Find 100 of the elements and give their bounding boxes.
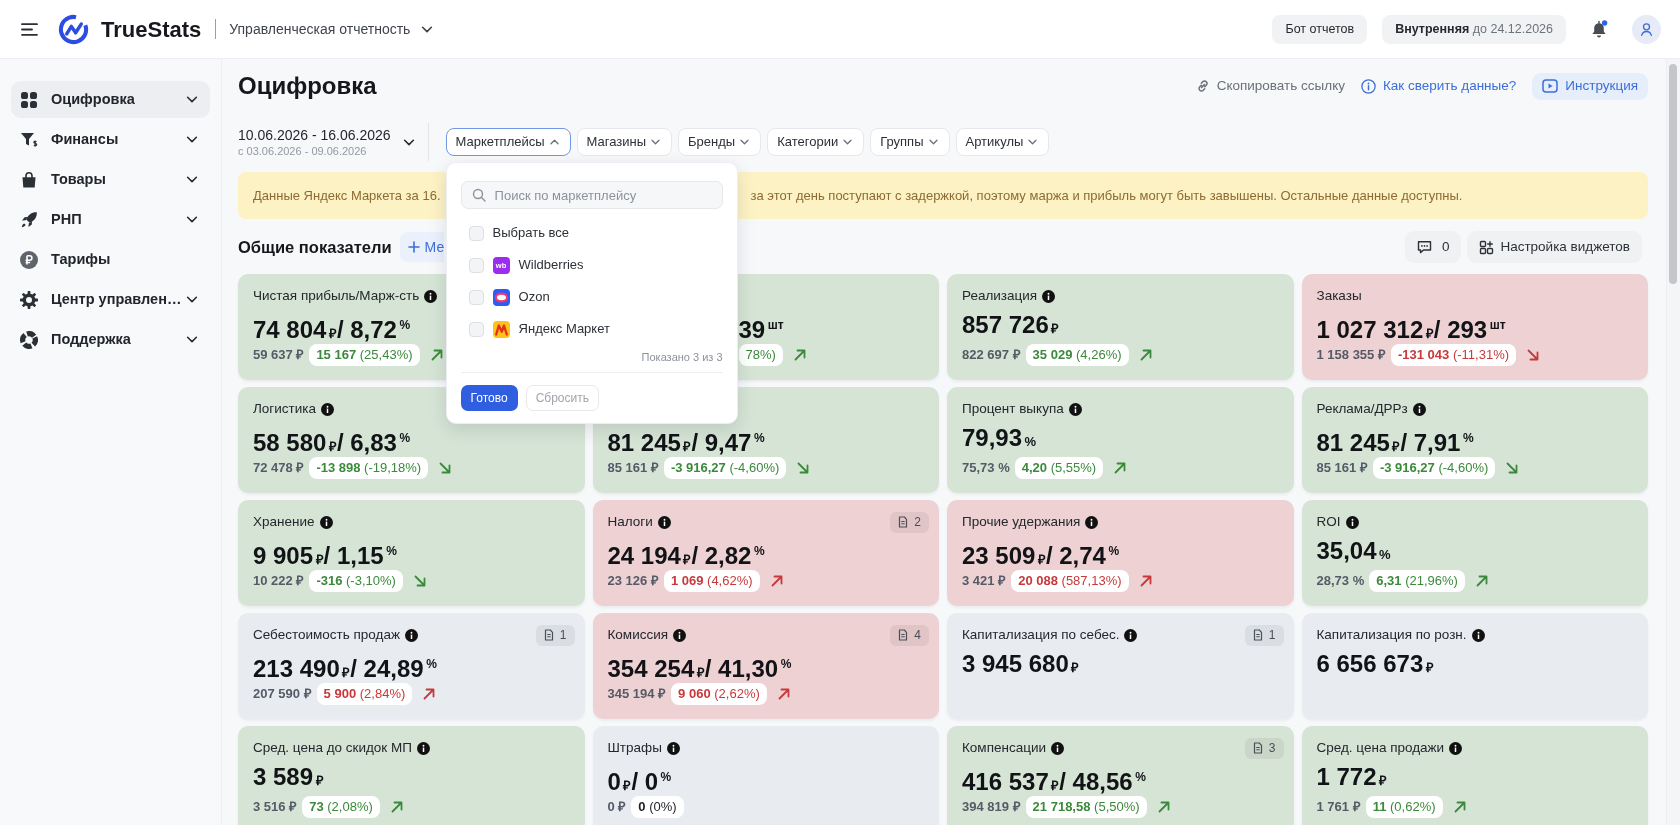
metric-title: Хранение: [253, 512, 315, 531]
sidebar-item[interactable]: Тарифы: [11, 241, 210, 278]
info-icon[interactable]: [1345, 515, 1359, 529]
metric-title: Капитализация по себес.: [962, 625, 1120, 644]
previous-value: 23 126 ₽: [607, 572, 659, 591]
filter-dropdown-button[interactable]: Маркетплейсы: [445, 128, 571, 156]
info-icon[interactable]: [666, 741, 680, 755]
change-pill: 20 088 (587,13%): [1011, 570, 1129, 592]
info-icon[interactable]: [321, 402, 335, 416]
checkbox[interactable]: [468, 321, 484, 337]
info-icon[interactable]: [424, 289, 438, 303]
metric-title: Комиссия: [607, 625, 669, 644]
copy-link[interactable]: Скопировать ссылку: [1195, 75, 1345, 97]
document-icon: [898, 629, 909, 641]
bell-icon[interactable]: [1590, 19, 1608, 39]
metric-title: Сред. цена продажи: [1316, 738, 1445, 757]
info-icon[interactable]: [1412, 402, 1426, 416]
attachments-button[interactable]: 4: [890, 624, 929, 646]
add-metric-button[interactable]: Ме: [399, 232, 445, 262]
chevron-icon: [421, 25, 434, 33]
previous-value: 0 ₽: [607, 798, 627, 817]
info-icon[interactable]: [319, 515, 333, 529]
attachments-button[interactable]: 3: [1244, 737, 1284, 759]
done-button[interactable]: Готово: [460, 385, 518, 411]
info-icon[interactable]: [1068, 402, 1082, 416]
previous-value: 394 819 ₽: [962, 798, 1021, 817]
section-title: Общие показатели: [238, 236, 392, 258]
metric-value: 24 194₽/ 2,82$^{%}$: [607, 541, 765, 566]
filter-dropdown-button[interactable]: Группы: [870, 128, 950, 156]
info-icon[interactable]: [1124, 628, 1138, 642]
avatar-icon[interactable]: [1632, 14, 1661, 44]
checkbox[interactable]: [468, 257, 484, 273]
scrollbar-thumb[interactable]: [1669, 64, 1677, 284]
info-icon[interactable]: [1471, 628, 1485, 642]
previous-value: 207 590 ₽: [253, 685, 312, 704]
sidebar-item[interactable]: Товары: [11, 161, 210, 198]
chat-icon: [1416, 240, 1432, 254]
link-icon: [1195, 79, 1210, 93]
metric-value: 213 490₽/ 24,89$^{%}$: [253, 654, 437, 679]
metric-value: 81 245₽/ 7,91$^{%}$: [1316, 428, 1474, 453]
attachments-button[interactable]: 1: [1244, 624, 1284, 646]
instruction-button[interactable]: Инструкция: [1532, 72, 1648, 100]
filter-dropdown-button[interactable]: Магазины: [576, 128, 673, 156]
search-field[interactable]: Поиск по маркетплейсу: [460, 181, 723, 209]
filter-dropdown-button[interactable]: Категории: [767, 128, 865, 156]
info-icon[interactable]: [405, 628, 418, 642]
option-label[interactable]: Wildberries: [518, 255, 584, 275]
info-icon[interactable]: [417, 741, 430, 755]
caret-up-icon: [549, 139, 559, 145]
document-icon: [1252, 629, 1263, 641]
info-icon[interactable]: [1085, 515, 1099, 529]
previous-value: 1 158 355 ₽: [1316, 346, 1386, 365]
checkbox[interactable]: [468, 289, 484, 305]
document-icon: [1252, 742, 1263, 754]
info-icon[interactable]: [1051, 741, 1064, 755]
attachments-button[interactable]: 2: [890, 511, 929, 533]
widget-settings-button[interactable]: Настройка виджетов: [1467, 231, 1642, 263]
option-label[interactable]: Выбрать все: [492, 223, 570, 243]
bot-button[interactable]: Бот отчетов: [1272, 14, 1368, 44]
caret-down-icon: [928, 139, 938, 145]
sidebar-item[interactable]: Оцифровка: [11, 81, 210, 118]
shown-count: Показано 3 из 3: [641, 350, 723, 365]
change-pill: 21 718,58 (5,50%): [1025, 796, 1147, 818]
caret-down-icon: [651, 139, 661, 145]
checkbox[interactable]: [468, 225, 484, 241]
previous-value: 75,73 %: [962, 459, 1010, 478]
sidebar-item[interactable]: Центр управлен…: [11, 281, 210, 318]
sidebar-item[interactable]: Финансы: [11, 121, 210, 158]
filter-dropdown-button[interactable]: Артикулы: [955, 128, 1050, 156]
date-range-picker[interactable]: 10.06.2026 - 16.06.2026 с 03.06.2026 - 09.06.2026: [238, 126, 415, 158]
comments-button[interactable]: 0: [1404, 231, 1462, 263]
option-label[interactable]: Яндекс Маркет: [518, 319, 610, 339]
attachments-button[interactable]: 1: [535, 624, 575, 646]
info-icon[interactable]: [673, 628, 687, 642]
metric-title: ROI: [1316, 512, 1341, 531]
page-title: Оцифровка: [238, 72, 377, 100]
video-icon: [1542, 79, 1559, 93]
previous-value: 822 697 ₽: [962, 346, 1021, 365]
change-pill: 78%): [738, 344, 783, 366]
brand-name: TrueStats: [101, 15, 202, 44]
info-icon[interactable]: [1042, 289, 1056, 303]
info-icon[interactable]: [657, 515, 671, 529]
caret-down-icon: [843, 139, 853, 145]
metric-title: Реализация: [962, 286, 1038, 305]
option-label[interactable]: Ozon: [518, 287, 550, 307]
metric-title: Себестоимость продаж: [253, 625, 400, 644]
sidebar-item[interactable]: РНП: [11, 201, 210, 238]
plan-button[interactable]: Внутренняя до 24.12.2026: [1382, 14, 1566, 44]
document-icon: [543, 629, 554, 641]
change-pill: 0 (0%): [631, 796, 684, 818]
search-icon: [471, 188, 486, 202]
info-icon[interactable]: [1449, 741, 1463, 755]
change-pill: 1 069 (4,62%): [663, 570, 760, 592]
menu-icon[interactable]: [21, 22, 38, 36]
report-selector[interactable]: Управленческая отчетность: [229, 18, 434, 40]
filter-dropdown-button[interactable]: Бренды: [678, 128, 762, 156]
help-link[interactable]: Как сверить данные?: [1360, 75, 1517, 97]
sidebar-item[interactable]: Поддержка: [11, 321, 210, 358]
previous-value: 10 222 ₽: [253, 572, 305, 591]
metric-value: 23 509₽/ 2,74$^{%}$: [962, 541, 1120, 566]
